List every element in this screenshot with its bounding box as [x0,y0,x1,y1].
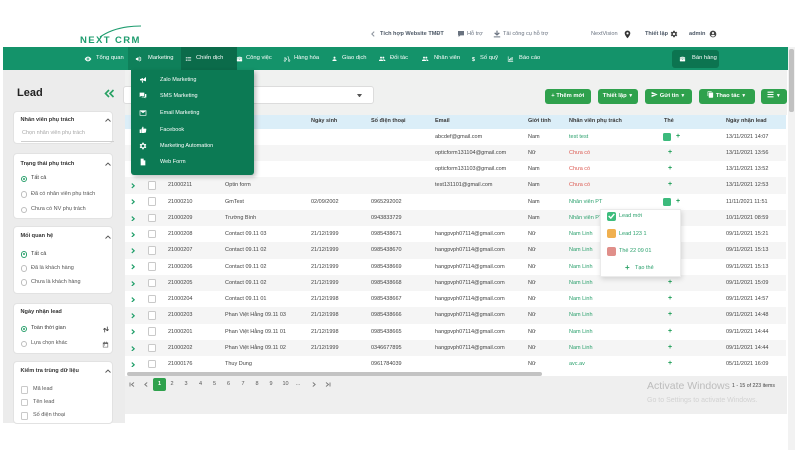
svg-text:$: $ [472,57,475,63]
svg-text:NEXT CRM: NEXT CRM [80,35,141,46]
